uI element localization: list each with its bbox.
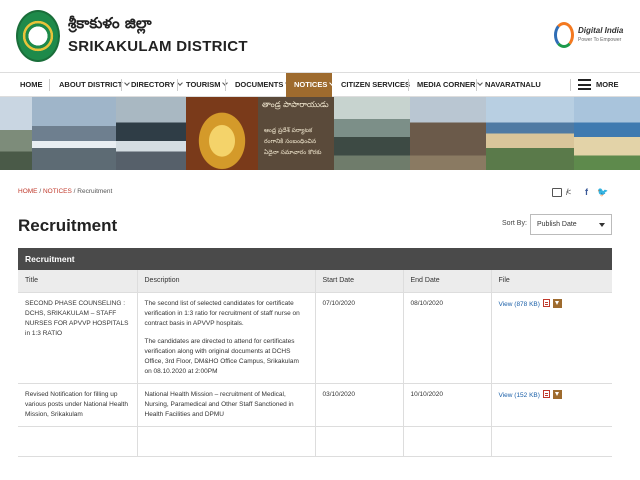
facebook-icon[interactable]: f: [585, 186, 588, 198]
caret-down-icon: [599, 223, 605, 227]
cell-description: National Health Mission – recruitment of…: [137, 383, 316, 428]
digital-india-logo[interactable]: Digital India Power To Empower: [552, 20, 624, 52]
main-nav: HOME ABOUT DISTRICT DIRECTORY TOURISM DO…: [0, 72, 640, 97]
site-header: శ్రీకాకుళం జిల్లా SRIKAKULAM DISTRICT Di…: [0, 0, 640, 72]
column-header-end-date[interactable]: End Date: [403, 270, 492, 293]
banner-photo-beach: [486, 97, 574, 170]
cell-file: View (878 KB): [491, 292, 612, 384]
cell-end-date: 08/10/2020: [403, 292, 492, 384]
breadcrumb-separator: /: [39, 188, 42, 195]
nav-home-label: HOME: [20, 80, 43, 89]
share-icon[interactable]: / <: [566, 186, 571, 198]
column-header-description[interactable]: Description: [137, 270, 316, 293]
tourism-banner: తాండ్ర పాపారాయుడు ఆంధ్ర ప్రదేశ్ పర్యాటక …: [0, 97, 640, 170]
cell-title: Revised Notification for filling up vari…: [18, 383, 138, 428]
nav-divider: [121, 79, 122, 91]
nav-navaratnalu[interactable]: NAVARATNALU: [477, 73, 549, 97]
banner-line: ఏదైనా సమాచారం కొరకు: [264, 149, 322, 156]
nav-media-corner-label: MEDIA CORNER: [417, 80, 476, 89]
banner-photo-hills: [0, 97, 32, 170]
nav-notices-label: NOTICES: [294, 80, 328, 89]
twitter-icon[interactable]: 🐦: [597, 186, 608, 198]
download-icon[interactable]: [552, 298, 562, 308]
cell-title: [18, 426, 138, 458]
hamburger-menu-icon[interactable]: [578, 79, 591, 90]
digital-india-title: Digital India: [578, 26, 624, 35]
nav-notices[interactable]: NOTICES: [286, 73, 336, 97]
banner-photo-temple-idol: [186, 97, 258, 170]
breadcrumb: HOME / NOTICES / Recruitment: [18, 188, 112, 195]
table-row: Revised Notification for filling up vari…: [18, 383, 612, 428]
description-paragraph: The second list of selected candidates f…: [144, 299, 300, 327]
sort-select-value: Publish Date: [537, 221, 577, 228]
banner-photo-palm-beach: [574, 97, 640, 170]
share-separator: /: [566, 187, 569, 197]
cell-file: View (152 KB): [491, 383, 612, 428]
cell-end-date: 10/10/2020: [403, 383, 492, 428]
nav-divider: [570, 79, 571, 91]
download-icon[interactable]: [552, 389, 562, 399]
cell-end-date: [403, 426, 492, 458]
description-paragraph: National Health Mission – recruitment of…: [144, 390, 294, 419]
nav-documents-label: DOCUMENTS: [235, 80, 284, 89]
banner-text-panel: తాండ్ర పాపారాయుడు ఆంధ్ర ప్రదేశ్ పర్యాటక …: [258, 97, 334, 170]
nav-citizen-services-label: CITIZEN SERVICES: [341, 80, 411, 89]
banner-photo-coast: [32, 97, 116, 170]
cell-title: SECOND PHASE COUNSELING : DCHS, SRIKAKUL…: [18, 292, 138, 384]
cell-file: [491, 426, 612, 458]
nav-about-district-label: ABOUT DISTRICT: [59, 80, 123, 89]
banner-heading: తాండ్ర పాపారాయుడు: [262, 100, 329, 109]
breadcrumb-current: Recruitment: [77, 188, 113, 195]
digital-india-icon: [554, 22, 574, 48]
recruitment-table: Recruitment Title Description Start Date…: [18, 248, 612, 480]
nav-divider: [49, 79, 50, 91]
column-header-start-date[interactable]: Start Date: [315, 270, 404, 293]
state-emblem-logo[interactable]: [16, 10, 60, 62]
banner-photo-temple: [410, 97, 486, 170]
nav-divider: [225, 79, 226, 91]
banner-line: ఆంధ్ర ప్రదేశ్ పర్యాటక: [264, 127, 313, 134]
column-header-file[interactable]: File: [491, 270, 612, 293]
cell-description: The second list of selected candidates f…: [137, 292, 316, 384]
cell-description: [137, 426, 316, 458]
district-name-telugu: శ్రీకాకుళం జిల్లా: [68, 14, 152, 32]
description-paragraph: The candidates are directed to attend fo…: [144, 337, 299, 375]
nav-more[interactable]: MORE: [596, 73, 619, 97]
pdf-icon[interactable]: [542, 298, 550, 307]
view-file-link[interactable]: View (152 KB): [499, 392, 540, 399]
table-row: [18, 426, 612, 458]
print-icon[interactable]: [552, 188, 562, 197]
nav-citizen-services[interactable]: CITIZEN SERVICES: [333, 73, 418, 97]
table-row: SECOND PHASE COUNSELING : DCHS, SRIKAKUL…: [18, 292, 612, 384]
cell-start-date: [315, 426, 404, 458]
page-title: Recruitment: [18, 216, 118, 235]
table-header-row: Title Description Start Date End Date Fi…: [18, 270, 612, 293]
district-name[interactable]: SRIKAKULAM DISTRICT: [68, 38, 248, 55]
banner-photo-birds: [334, 97, 410, 170]
cell-start-date: 07/10/2020: [315, 292, 404, 384]
table-caption: Recruitment: [18, 248, 612, 270]
nav-navaratnalu-label: NAVARATNALU: [485, 80, 541, 89]
nav-home[interactable]: HOME: [12, 73, 51, 97]
sort-label: Sort By:: [502, 220, 527, 227]
digital-india-tagline: Power To Empower: [578, 37, 622, 43]
nav-directory-label: DIRECTORY: [131, 80, 175, 89]
banner-photo-waves: [116, 97, 186, 170]
cell-start-date: 03/10/2020: [315, 383, 404, 428]
column-header-title[interactable]: Title: [18, 270, 138, 293]
breadcrumb-separator: /: [73, 188, 76, 195]
breadcrumb-home[interactable]: HOME: [18, 188, 38, 195]
nav-tourism-label: TOURISM: [186, 80, 221, 89]
view-file-link[interactable]: View (878 KB): [499, 301, 540, 308]
banner-line: రంగానికి సంబంధించిన: [264, 138, 317, 145]
pdf-icon[interactable]: [542, 389, 550, 398]
breadcrumb-notices[interactable]: NOTICES: [43, 188, 72, 195]
sort-select[interactable]: Publish Date: [530, 214, 612, 235]
